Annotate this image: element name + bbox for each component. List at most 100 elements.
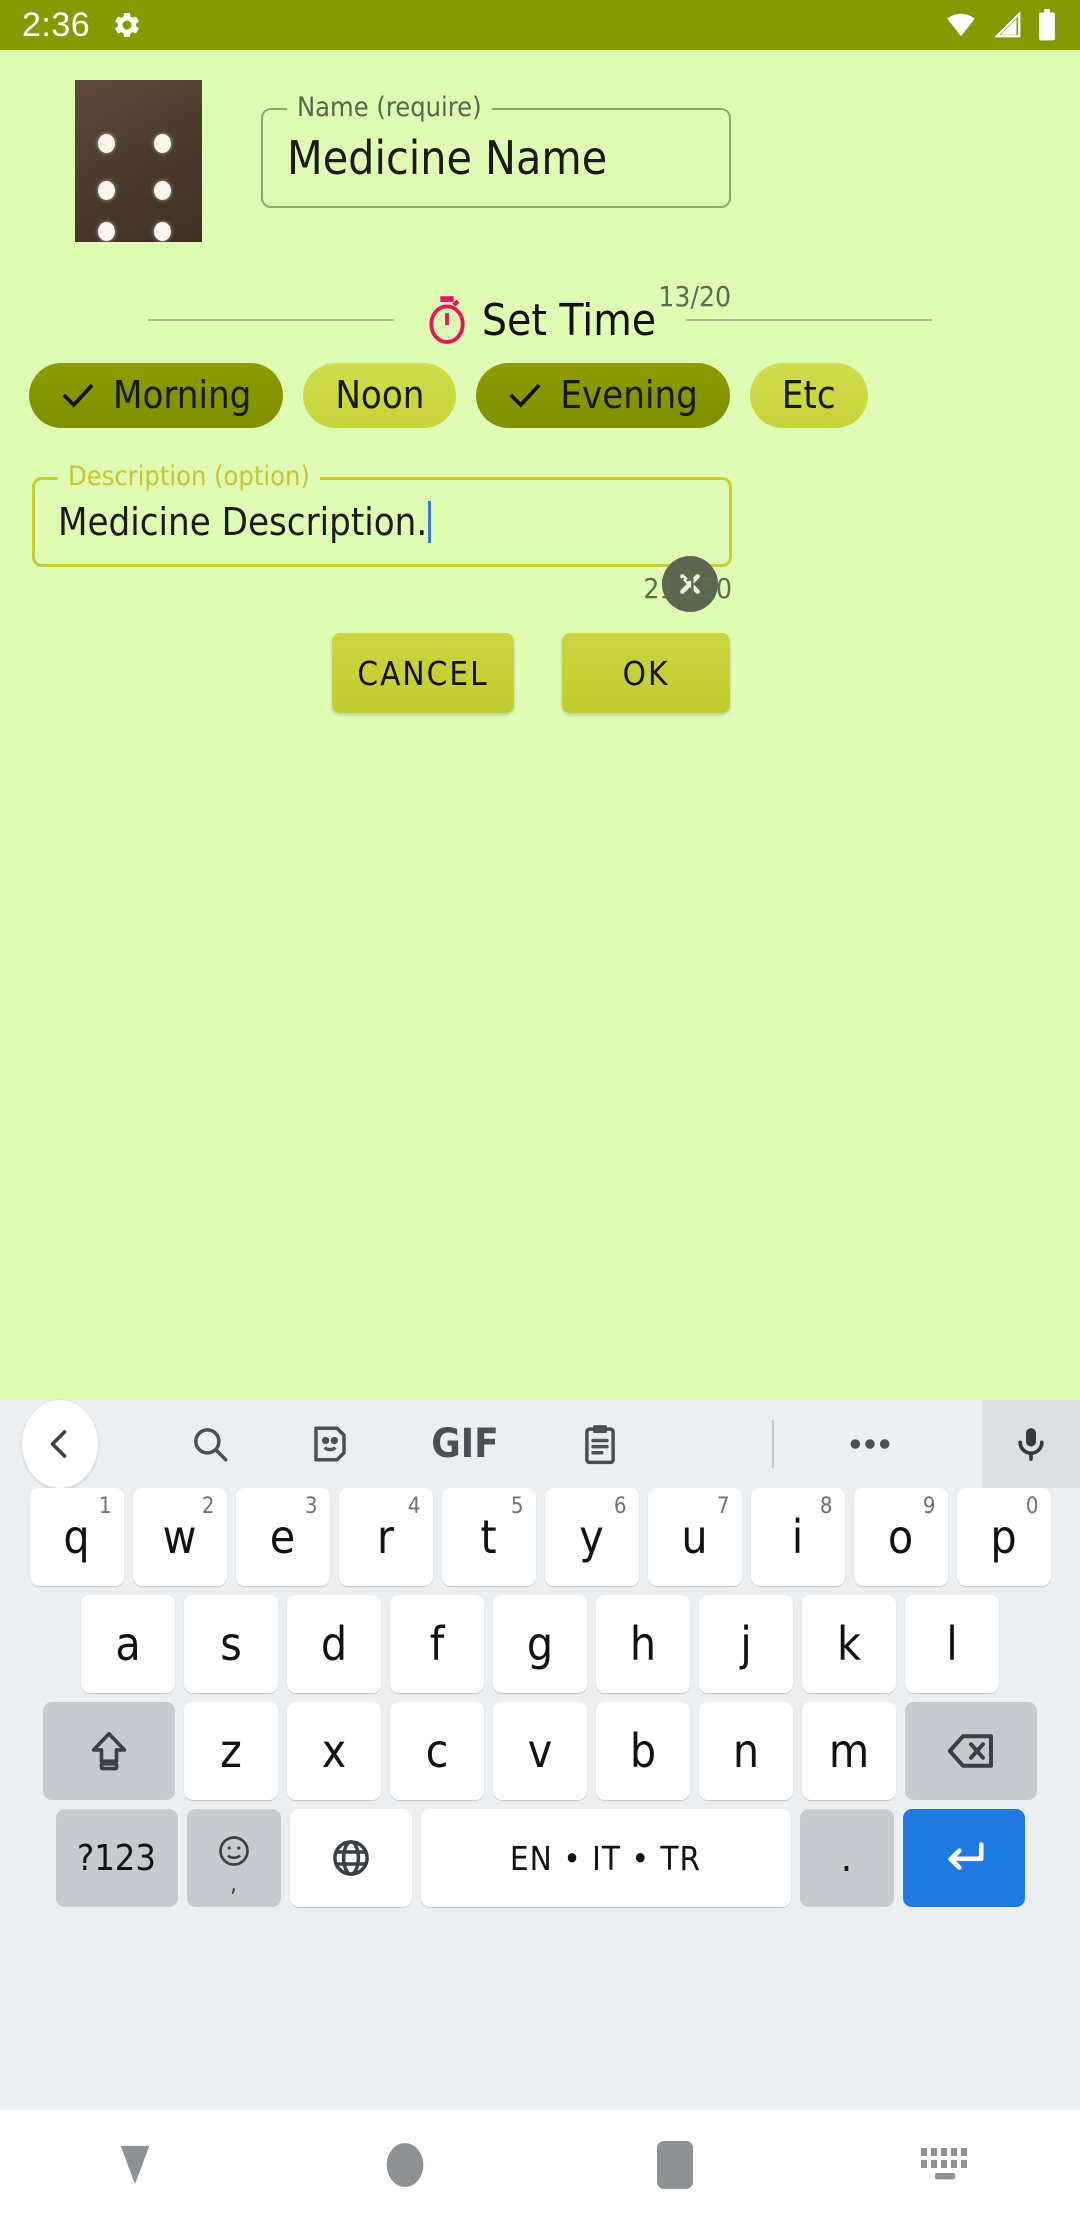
key-c[interactable]: c (390, 1702, 484, 1800)
key-o[interactable]: o9 (853, 1488, 948, 1586)
key-label: k (837, 1617, 861, 1671)
period-key[interactable]: . (799, 1809, 894, 1907)
enter-key[interactable] (902, 1809, 1025, 1907)
ok-button[interactable]: OK (562, 633, 730, 713)
home-icon (386, 2143, 424, 2187)
mic-icon[interactable] (982, 1400, 1080, 1488)
key-e[interactable]: e3 (235, 1488, 330, 1586)
sticker-icon[interactable] (290, 1400, 370, 1488)
key-j[interactable]: j (699, 1595, 793, 1693)
search-icon[interactable] (170, 1400, 250, 1488)
key-label: u (681, 1510, 708, 1564)
space-key[interactable]: EN • IT • TR (420, 1809, 791, 1907)
description-char-counter: 21/150 (643, 572, 732, 605)
pill-dot (98, 181, 115, 200)
key-i[interactable]: i8 (750, 1488, 845, 1586)
keyboard-down-button[interactable] (0, 2110, 270, 2220)
key-u[interactable]: u7 (647, 1488, 742, 1586)
key-number: 7 (716, 1494, 730, 1519)
key-m[interactable]: m (802, 1702, 896, 1800)
name-input-value[interactable]: Medicine Name (287, 131, 607, 185)
keyboard-switch-button[interactable] (810, 2110, 1080, 2220)
check-icon (62, 383, 94, 408)
keyboard-row-2: a s d f g h j k l (0, 1595, 1080, 1693)
key-label: y (579, 1510, 604, 1564)
cancel-button[interactable]: CANCEL (332, 633, 514, 713)
key-label: b (629, 1724, 657, 1778)
key-label: c (425, 1724, 449, 1778)
wifi-icon (942, 10, 980, 40)
gif-icon[interactable]: GIF (410, 1400, 520, 1488)
recents-icon (657, 2141, 693, 2189)
key-b[interactable]: b (596, 1702, 690, 1800)
chip-morning[interactable]: Morning (29, 362, 284, 428)
key-k[interactable]: k (802, 1595, 896, 1693)
description-input-value[interactable]: Medicine Description. (58, 500, 432, 544)
key-s[interactable]: s (184, 1595, 278, 1693)
name-input-container[interactable]: Name (require) Medicine Name (261, 92, 731, 208)
key-g[interactable]: g (493, 1595, 587, 1693)
battery-icon (1036, 9, 1058, 41)
divider-left (147, 319, 394, 321)
pill-dot (98, 222, 115, 241)
gear-icon (112, 10, 142, 40)
description-input-container[interactable]: Description (option) Medicine Descriptio… (32, 461, 732, 567)
chip-label: Etc (781, 373, 836, 417)
key-p[interactable]: p0 (956, 1488, 1051, 1586)
toolbar-divider (772, 1420, 774, 1468)
key-label: i (791, 1510, 804, 1564)
key-number: 5 (510, 1494, 524, 1519)
key-label: h (629, 1617, 657, 1671)
key-d[interactable]: d (287, 1595, 381, 1693)
key-r[interactable]: r4 (338, 1488, 433, 1586)
key-label: w (162, 1510, 197, 1564)
key-t[interactable]: t5 (441, 1488, 536, 1586)
key-number: 1 (98, 1494, 112, 1519)
chip-noon[interactable]: Noon (303, 362, 457, 428)
home-button[interactable] (270, 2110, 540, 2220)
more-icon[interactable] (830, 1400, 910, 1488)
key-w[interactable]: w2 (132, 1488, 227, 1586)
key-x[interactable]: x (287, 1702, 381, 1800)
key-h[interactable]: h (596, 1595, 690, 1693)
status-icons (942, 9, 1058, 41)
shift-key[interactable] (43, 1702, 175, 1800)
key-label: . (840, 1835, 853, 1881)
check-icon (509, 383, 541, 408)
key-y[interactable]: y6 (544, 1488, 639, 1586)
backspace-key[interactable] (905, 1702, 1037, 1800)
language-key[interactable] (289, 1809, 412, 1907)
keyboard-down-icon (120, 2145, 150, 2185)
key-a[interactable]: a (81, 1595, 175, 1693)
keyboard-row-3: z x c v b n m (0, 1702, 1080, 1800)
key-label: r (376, 1510, 394, 1564)
chip-etc[interactable]: Etc (749, 362, 868, 428)
stopwatch-icon (424, 294, 470, 346)
medicine-thumbnail[interactable] (75, 80, 202, 242)
key-n[interactable]: n (699, 1702, 793, 1800)
time-chip-group: Morning Noon Evening Etc (29, 360, 1080, 430)
pill-dot (98, 134, 115, 153)
name-row: Name (require) Medicine Name 13/20 (0, 80, 1080, 313)
key-f[interactable]: f (390, 1595, 484, 1693)
description-input-label: Description (option) (58, 461, 320, 492)
symbols-key[interactable]: ?123 (55, 1809, 178, 1907)
key-v[interactable]: v (493, 1702, 587, 1800)
key-label: m (828, 1724, 870, 1778)
recents-button[interactable] (540, 2110, 810, 2220)
enter-icon (947, 1842, 984, 1870)
key-number: 8 (819, 1494, 833, 1519)
key-q[interactable]: q1 (29, 1488, 124, 1586)
clipboard-icon[interactable] (560, 1400, 640, 1488)
keyboard-row-1: q1 w2 e3 r4 t5 y6 u7 i8 o9 p0 (0, 1488, 1080, 1586)
chip-evening[interactable]: Evening (476, 362, 730, 428)
action-buttons: CANCEL OK (0, 633, 1080, 718)
emoji-key[interactable]: , (186, 1809, 281, 1907)
key-label: l (946, 1617, 958, 1671)
key-z[interactable]: z (184, 1702, 278, 1800)
key-number: 3 (304, 1494, 318, 1519)
key-label: s (220, 1617, 242, 1671)
emoji-comma-label: , (230, 1869, 237, 1897)
key-l[interactable]: l (905, 1595, 999, 1693)
back-chevron-icon[interactable] (22, 1400, 98, 1488)
